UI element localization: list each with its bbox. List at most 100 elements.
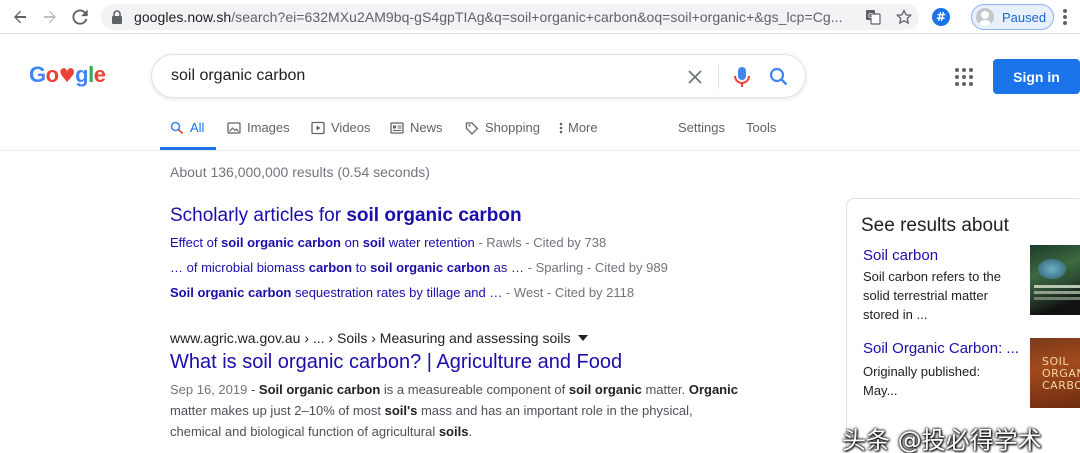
tab-more[interactable]: More xyxy=(559,120,598,135)
back-arrow-icon[interactable] xyxy=(9,6,31,28)
scholarly-item: Soil organic carbon sequestration rates … xyxy=(170,285,634,300)
watermark-text: 头条 @投必得学术 xyxy=(842,426,1042,453)
text-run: … of microbial biomass xyxy=(170,260,309,275)
text-run: to xyxy=(352,260,371,275)
tab-all[interactable]: All xyxy=(170,120,204,135)
sign-in-button[interactable]: Sign in xyxy=(993,59,1080,94)
text-run: water retention xyxy=(385,235,475,250)
profile-paused-button[interactable]: Paused xyxy=(971,4,1054,30)
text-run: . xyxy=(468,424,473,439)
address-url: googles.now.sh/search?ei=632MXu2AM9bq-gS… xyxy=(134,9,843,25)
tag-icon xyxy=(465,121,479,135)
search-icon[interactable] xyxy=(768,66,790,93)
scholarly-articles-link[interactable]: Scholarly articles for soil organic carb… xyxy=(170,205,522,227)
book-cover-thumbnail[interactable]: SOIL ORGANIC CARBON xyxy=(1030,338,1080,408)
video-icon xyxy=(311,121,325,135)
translate-icon[interactable]: G xyxy=(865,9,881,25)
text-run: as … xyxy=(490,260,525,275)
scholarly-item-link[interactable]: Effect of soil organic carbon on soil wa… xyxy=(170,235,475,250)
svg-text:G: G xyxy=(868,12,873,20)
result-stats: About 136,000,000 results (0.54 seconds) xyxy=(170,164,430,180)
text-run: matter. xyxy=(641,382,689,397)
logo-letter: e xyxy=(93,62,106,87)
more-vert-icon xyxy=(559,121,563,135)
logo-letter: o xyxy=(45,62,59,87)
panel-heading: See results about xyxy=(861,215,1009,236)
text-run: soil organic xyxy=(568,382,642,397)
soil-carbon-thumbnail[interactable] xyxy=(1030,245,1080,315)
text-run: Effect of xyxy=(170,235,222,250)
text-run: Soil organic carbon xyxy=(170,285,292,300)
text-run: matter makes up just 2–10% of most xyxy=(170,403,385,418)
heart-icon: ♥ xyxy=(58,65,76,87)
text-run: Organic xyxy=(688,382,738,397)
see-results-about-panel: See results about Soil carbon Soil carbo… xyxy=(846,198,1080,453)
text-run: soils xyxy=(438,424,469,439)
clear-search-icon[interactable] xyxy=(685,67,705,92)
text-run: Soil organic carbon xyxy=(258,382,381,397)
tab-label: News xyxy=(410,120,443,135)
extension-icon[interactable]: # xyxy=(932,8,950,26)
search-box[interactable]: soil organic carbon xyxy=(151,54,806,98)
panel-item-title-link[interactable]: Soil carbon xyxy=(863,247,938,264)
image-icon xyxy=(227,121,241,135)
scholarly-item-meta: - West - Cited by 2118 xyxy=(502,285,635,300)
scholarly-item-link[interactable]: … of microbial biomass carbon to soil or… xyxy=(170,260,524,275)
tab-tools[interactable]: Tools xyxy=(746,120,776,135)
newspaper-icon xyxy=(390,121,404,135)
reload-icon[interactable] xyxy=(69,6,91,28)
tab-videos[interactable]: Videos xyxy=(311,120,371,135)
text-run: carbon xyxy=(308,260,353,275)
active-tab-indicator xyxy=(160,147,216,150)
address-bar[interactable]: googles.now.sh/search?ei=632MXu2AM9bq-gS… xyxy=(101,4,919,30)
profile-status: Paused xyxy=(1002,9,1047,25)
text-run: sequestration rates by tillage and … xyxy=(291,285,503,300)
tab-settings[interactable]: Settings xyxy=(678,120,725,135)
tab-shopping[interactable]: Shopping xyxy=(465,120,540,135)
tab-label: Shopping xyxy=(485,120,540,135)
dropdown-arrow-icon[interactable] xyxy=(578,335,589,341)
scholarly-title-prefix: Scholarly articles for xyxy=(170,205,347,226)
search-icon xyxy=(170,121,184,135)
divider xyxy=(718,65,719,89)
text-run: on xyxy=(341,235,363,250)
text-run: - xyxy=(247,382,259,397)
tab-images[interactable]: Images xyxy=(227,120,290,135)
text-run: soil xyxy=(362,235,386,250)
chrome-menu-icon[interactable] xyxy=(1063,9,1067,25)
result-breadcrumb: www.agric.wa.gov.au › ... › Soils › Meas… xyxy=(170,330,589,346)
logo-letter: g xyxy=(75,62,89,87)
google-logo[interactable]: Go♥gle xyxy=(29,62,106,88)
result-title-link[interactable]: What is soil organic carbon? | Agricultu… xyxy=(170,351,622,374)
scholarly-title-query: soil organic carbon xyxy=(346,205,522,226)
scholarly-item: … of microbial biomass carbon to soil or… xyxy=(170,260,668,275)
result-snippet: Sep 16, 2019 - Soil organic carbon is a … xyxy=(170,379,740,442)
lock-icon xyxy=(111,10,123,29)
tab-news[interactable]: News xyxy=(390,120,443,135)
scholarly-item-meta: - Sparling - Cited by 989 xyxy=(524,260,668,275)
tab-label: Images xyxy=(247,120,290,135)
panel-item-description: Soil carbon refers to the solid terrestr… xyxy=(863,269,1002,322)
scholarly-item-link[interactable]: Soil organic carbon sequestration rates … xyxy=(170,285,502,300)
scholarly-item: Effect of soil organic carbon on soil wa… xyxy=(170,235,606,250)
microphone-icon[interactable] xyxy=(732,65,752,94)
result-url: www.agric.wa.gov.au › ... › Soils › Meas… xyxy=(170,330,571,346)
search-tabs: All Images Videos News Shopping More Set… xyxy=(0,113,1080,151)
text-run: is a measureable component of xyxy=(380,382,569,397)
logo-letter: G xyxy=(29,62,46,87)
apps-grid-icon[interactable] xyxy=(955,68,973,86)
browser-toolbar: googles.now.sh/search?ei=632MXu2AM9bq-gS… xyxy=(0,0,1080,34)
bookmark-star-icon[interactable] xyxy=(895,8,913,25)
search-input[interactable]: soil organic carbon xyxy=(171,67,305,85)
panel-item-title-link[interactable]: Soil Organic Carbon: ... xyxy=(863,340,1019,357)
forward-arrow-icon[interactable] xyxy=(39,6,61,28)
text-run: soil organic carbon xyxy=(370,260,491,275)
tab-label: More xyxy=(568,120,598,135)
panel-item-description: Originally published: May... xyxy=(863,364,981,398)
text-run: soil's xyxy=(384,403,418,418)
result-date: Sep 16, 2019 xyxy=(170,382,248,397)
scholarly-item-meta: - Rawls - Cited by 738 xyxy=(474,235,607,250)
tab-label: Videos xyxy=(331,120,371,135)
text-run: soil organic carbon xyxy=(221,235,341,250)
tab-label: All xyxy=(190,120,205,135)
